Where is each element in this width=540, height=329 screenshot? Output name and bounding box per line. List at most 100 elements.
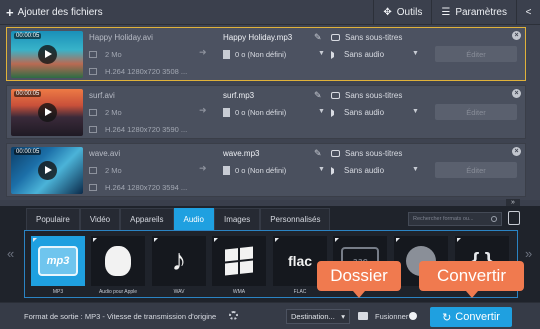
edit-button[interactable]: Éditer [435,104,517,120]
audio-dropdown-icon[interactable]: ▼ [412,50,419,57]
speaker-icon [331,108,339,117]
tab-video[interactable]: Vidéo [79,208,121,230]
play-icon[interactable] [38,161,57,180]
arrow-right-icon: ➜ [199,47,207,57]
remove-file-close-icon[interactable]: × [512,89,521,98]
remove-file-close-icon[interactable]: × [512,31,521,40]
edit-button[interactable]: Éditer [435,162,517,178]
tools-button[interactable]: ✥ Outils [373,0,431,25]
format-search-input[interactable]: Rechercher formats ou... [408,212,502,226]
file-icon [89,167,97,174]
format-label: MP3 [52,289,64,295]
convert-button[interactable]: ↻ Convertir [430,307,512,327]
rename-pencil-icon[interactable]: ✎ [314,148,322,159]
destination-dropdown[interactable]: Destination... ▾ [286,309,350,324]
subtitles-text: Sans sous-titres [345,91,403,100]
source-size-text: 2 Mo [105,166,122,175]
share-button[interactable]: < [516,0,540,25]
audio-text: Sans audio [344,166,385,175]
document-icon [223,50,230,59]
video-thumbnail[interactable]: 00:00:05 [11,147,83,194]
audio-dropdown-icon[interactable]: ▼ [412,108,419,115]
folder-icon[interactable] [358,312,368,320]
share-icon: < [525,7,532,18]
speaker-icon [331,166,339,175]
device-detect-icon[interactable] [508,211,520,225]
scroll-left-icon[interactable]: « [7,246,14,261]
tab-images[interactable]: Images [213,208,261,230]
file-row[interactable]: 00:00:05 wave.avi 2 Mo H.264 1280x720 35… [6,143,526,197]
rename-pencil-icon[interactable]: ✎ [314,32,322,43]
play-icon[interactable] [38,45,57,64]
add-files-label: Ajouter des fichiers [17,7,103,18]
output-size-text: 0 o (Non défini) [235,108,287,117]
format-tile-apple-audio[interactable]: Audio pour Apple [91,236,145,299]
source-filename: surf.avi [89,91,115,100]
document-icon [223,166,230,175]
output-format-label: Format de sortie : MP3 - Vitesse de tran… [24,312,217,321]
settings-button[interactable]: ☰ Paramètres [431,0,516,25]
source-codec: H.264 1280x720 3508 ... [89,67,187,76]
output-size: 0 o (Non défini) [223,108,286,117]
audio-selector[interactable]: Sans audio [331,108,384,117]
file-row[interactable]: 00:00:05 surf.avi 2 Mo H.264 1280x720 35… [6,85,526,139]
top-toolbar: + Ajouter des fichiers ✥ Outils ☰ Paramè… [0,0,540,25]
subtitles-selector[interactable]: Sans sous-titres [331,91,402,100]
film-icon [89,68,97,75]
source-size-text: 2 Mo [105,108,122,117]
subtitles-selector[interactable]: Sans sous-titres [331,33,402,42]
speaker-icon [331,50,339,59]
file-icon [89,109,97,116]
format-label: WMA [232,289,246,295]
menu-icon: ☰ [441,7,451,18]
subtitles-text: Sans sous-titres [345,33,403,42]
convert-label: Convertir [455,311,500,323]
chevron-down-icon: ▾ [341,312,345,321]
subtitles-icon [331,34,340,41]
output-size-dropdown-icon[interactable]: ▼ [318,108,325,115]
file-row[interactable]: 00:00:05 Happy Holiday.avi 2 Mo H.264 12… [6,27,526,81]
duration-label: 00:00:05 [14,33,42,39]
source-filename: wave.avi [89,149,121,158]
tab-personnalises[interactable]: Personnalisés [260,208,331,230]
arrow-right-icon: ➜ [199,105,207,115]
output-filename: wave.mp3 [223,149,260,158]
source-codec-text: H.264 1280x720 3594 ... [105,183,188,192]
subtitles-selector[interactable]: Sans sous-titres [331,149,402,158]
source-codec: H.264 1280x720 3594 ... [89,183,187,192]
file-icon [89,51,97,58]
format-tile-mp3[interactable]: mp3 MP3 [31,236,85,299]
music-note-icon: ♪ [171,244,187,277]
output-size: 0 o (Non défini) [223,50,286,59]
audio-selector[interactable]: Sans audio [331,50,384,59]
arrow-right-icon: ➜ [199,163,207,173]
format-tile-wav[interactable]: ♪ WAV [152,236,206,299]
source-size: 2 Mo [89,108,122,117]
settings-label: Paramètres [455,7,507,18]
video-thumbnail[interactable]: 00:00:05 [11,89,83,136]
play-icon[interactable] [38,103,57,122]
audio-dropdown-icon[interactable]: ▼ [412,166,419,173]
output-size-dropdown-icon[interactable]: ▼ [318,166,325,173]
source-size: 2 Mo [89,166,122,175]
output-size-dropdown-icon[interactable]: ▼ [318,50,325,57]
rename-pencil-icon[interactable]: ✎ [314,90,322,101]
subtitles-icon [331,150,340,157]
tab-appareils[interactable]: Appareils [120,208,174,230]
duration-label: 00:00:05 [14,149,42,155]
callout-folder: Dossier [317,261,401,298]
merge-toggle[interactable] [409,312,417,320]
edit-button[interactable]: Éditer [435,46,517,62]
tab-audio[interactable]: Audio [173,208,214,230]
format-tile-wma[interactable]: WMA [212,236,266,299]
audio-selector[interactable]: Sans audio [331,166,384,175]
gear-icon[interactable] [229,311,238,320]
bottom-bar: Format de sortie : MP3 - Vitesse de tran… [0,302,540,329]
add-files-button[interactable]: + Ajouter des fichiers [6,5,103,20]
scroll-right-icon[interactable]: » [525,246,532,261]
tab-populaire[interactable]: Populaire [26,208,80,230]
callout-convert: Convertir [419,261,524,298]
video-thumbnail[interactable]: 00:00:05 [11,31,83,78]
remove-file-close-icon[interactable]: × [512,147,521,156]
subtitles-text: Sans sous-titres [345,149,403,158]
